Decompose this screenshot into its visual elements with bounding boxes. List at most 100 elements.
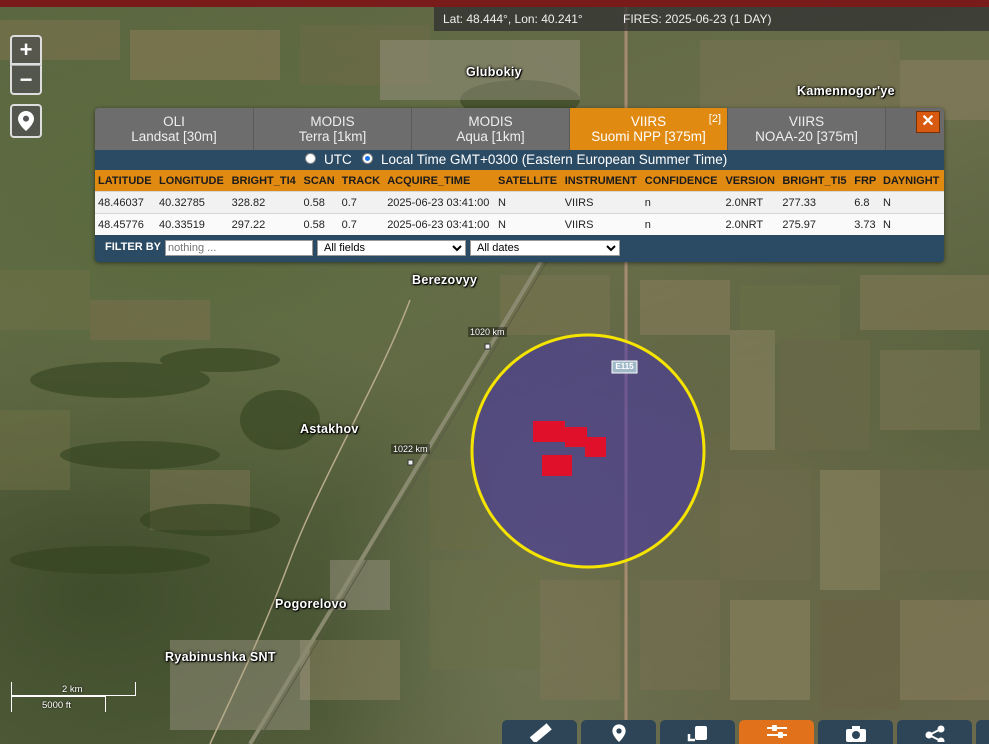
place-label-pogorelovo: Pogorelovo [275,597,347,611]
tab-subtitle: Suomi NPP [375m] [591,129,706,144]
tab-title: MODIS [310,114,355,129]
tab-title: VIIRS [788,114,825,129]
column-header[interactable]: SCAN [300,170,339,192]
column-header[interactable]: BRIGHT_TI4 [228,170,301,192]
radio-utc-label: UTC [324,152,352,167]
place-label-kamennogorye: Kamennogor'ye [797,84,895,98]
locate-button[interactable] [10,104,42,138]
table-cell: 6.8 [851,191,880,214]
place-label-astakhov: Astakhov [300,422,359,436]
tab-subtitle: NOAA-20 [375m] [755,129,858,144]
scale-km-label: 2 km [62,684,83,695]
tab-subtitle: Aqua [1km] [456,129,525,144]
filter-input[interactable] [165,240,313,256]
table-cell: 2.0NRT [722,213,780,235]
table-cell: 275.97 [779,213,852,235]
table-cell: 0.58 [300,213,339,235]
tab-modis-aqua[interactable]: MODIS Aqua [1km] [412,108,570,150]
filter-bar: FILTER BY All fields All dates [95,235,944,262]
close-icon: ✕ [921,113,935,130]
app-header-strip [0,0,989,7]
table-cell: 2025-06-23 03:41:00 [384,213,496,235]
tab-modis-terra[interactable]: MODIS Terra [1km] [254,108,412,150]
location-pin-icon [18,111,34,131]
table-row[interactable]: 48.46037 40.32785 328.82 0.58 0.7 2025-0… [95,191,944,214]
more-tools-button[interactable] [976,720,989,744]
table-cell: 297.22 [228,213,301,235]
column-header[interactable]: INSTRUMENT [561,170,642,192]
km-marker-1022: 1022 km [391,444,430,454]
tab-title: MODIS [468,114,513,129]
column-header[interactable]: SATELLITE [495,170,562,192]
table-cell: 0.58 [300,191,339,214]
close-popup-button[interactable]: ✕ [916,111,940,133]
column-header[interactable]: DAYNIGHT [879,170,944,192]
measure-tool-button[interactable] [502,720,577,744]
radio-utc[interactable] [305,153,316,164]
place-label-berezovyy: Berezovyy [412,273,478,287]
filter-label: FILTER BY [105,241,162,253]
table-header-row: LATITUDE LONGITUDE BRIGHT_TI4 SCAN TRACK… [95,170,944,192]
tab-subtitle: Landsat [30m] [131,129,217,144]
column-header[interactable]: ACQUIRE_TIME [384,170,496,192]
screenshot-tool-button[interactable] [818,720,893,744]
table-cell: 40.33519 [156,213,229,235]
column-header[interactable]: BRIGHT_TI5 [779,170,852,192]
share-icon [925,725,944,742]
table-cell: 48.45776 [95,213,157,235]
table-cell: 0.7 [338,191,385,214]
km-marker-1020: 1020 km [468,327,507,337]
table-cell: N [879,191,944,214]
place-label-glubokiy: Glubokiy [466,65,522,79]
table-cell: 328.82 [228,191,301,214]
table-cell: VIIRS [561,191,642,214]
settings-tool-button[interactable] [739,720,814,744]
date-select[interactable]: All dates [470,240,620,256]
zoom-out-button[interactable]: − [10,65,42,95]
tab-count-badge: [2] [708,113,721,125]
column-header[interactable]: LONGITUDE [156,170,229,192]
location-tool-button[interactable] [581,720,656,744]
table-cell: N [495,191,562,214]
column-header[interactable]: TRACK [338,170,385,192]
place-label-ryabinushka: Ryabinushka SNT [165,650,276,664]
cursor-coordinates: Lat: 48.444°, Lon: 40.241° [443,12,583,26]
column-header[interactable]: FRP [851,170,880,192]
column-header[interactable]: LATITUDE [95,170,157,192]
share-tool-button[interactable] [897,720,972,744]
tab-viirs-suomi-npp[interactable]: VIIRS Suomi NPP [375m] [2] [570,108,728,150]
layers-tool-button[interactable] [660,720,735,744]
table-cell: n [641,191,723,214]
table-cell: 48.46037 [95,191,157,214]
zoom-in-button[interactable]: + [10,35,42,65]
column-header[interactable]: VERSION [722,170,780,192]
fire-details-popup: OLI Landsat [30m] MODIS Terra [1km] MODI… [95,108,944,262]
table-cell: 0.7 [338,213,385,235]
tab-title: VIIRS [630,114,667,129]
road-shield-label: E115 [615,362,634,371]
table-cell: n [641,213,723,235]
satellite-tabs: OLI Landsat [30m] MODIS Terra [1km] MODI… [95,108,944,150]
layers-icon [687,726,707,742]
tab-title: OLI [163,114,185,129]
table-row[interactable]: 48.45776 40.33519 297.22 0.58 0.7 2025-0… [95,213,944,235]
radio-local-time-label: Local Time GMT+0300 (Eastern European Su… [381,152,728,167]
table-cell: N [495,213,562,235]
fire-data-table: LATITUDE LONGITUDE BRIGHT_TI4 SCAN TRACK… [95,170,944,235]
location-pin-icon [611,724,626,742]
table-cell: 3.73 [851,213,880,235]
tab-viirs-noaa20[interactable]: VIIRS NOAA-20 [375m] [728,108,886,150]
camera-icon [845,726,866,742]
table-cell: 277.33 [779,191,852,214]
column-header[interactable]: CONFIDENCE [641,170,723,192]
radio-local-time[interactable] [362,153,373,164]
table-cell: VIIRS [561,213,642,235]
tab-oli-landsat[interactable]: OLI Landsat [30m] [95,108,254,150]
fires-date-label: FIRES: 2025-06-23 (1 DAY) [623,12,772,26]
status-bar: Lat: 48.444°, Lon: 40.241° FIRES: 2025-0… [434,7,989,31]
table-cell: 40.32785 [156,191,229,214]
ruler-icon [529,723,552,742]
table-cell: N [879,213,944,235]
table-cell: 2025-06-23 03:41:00 [384,191,496,214]
field-select[interactable]: All fields [317,240,466,256]
